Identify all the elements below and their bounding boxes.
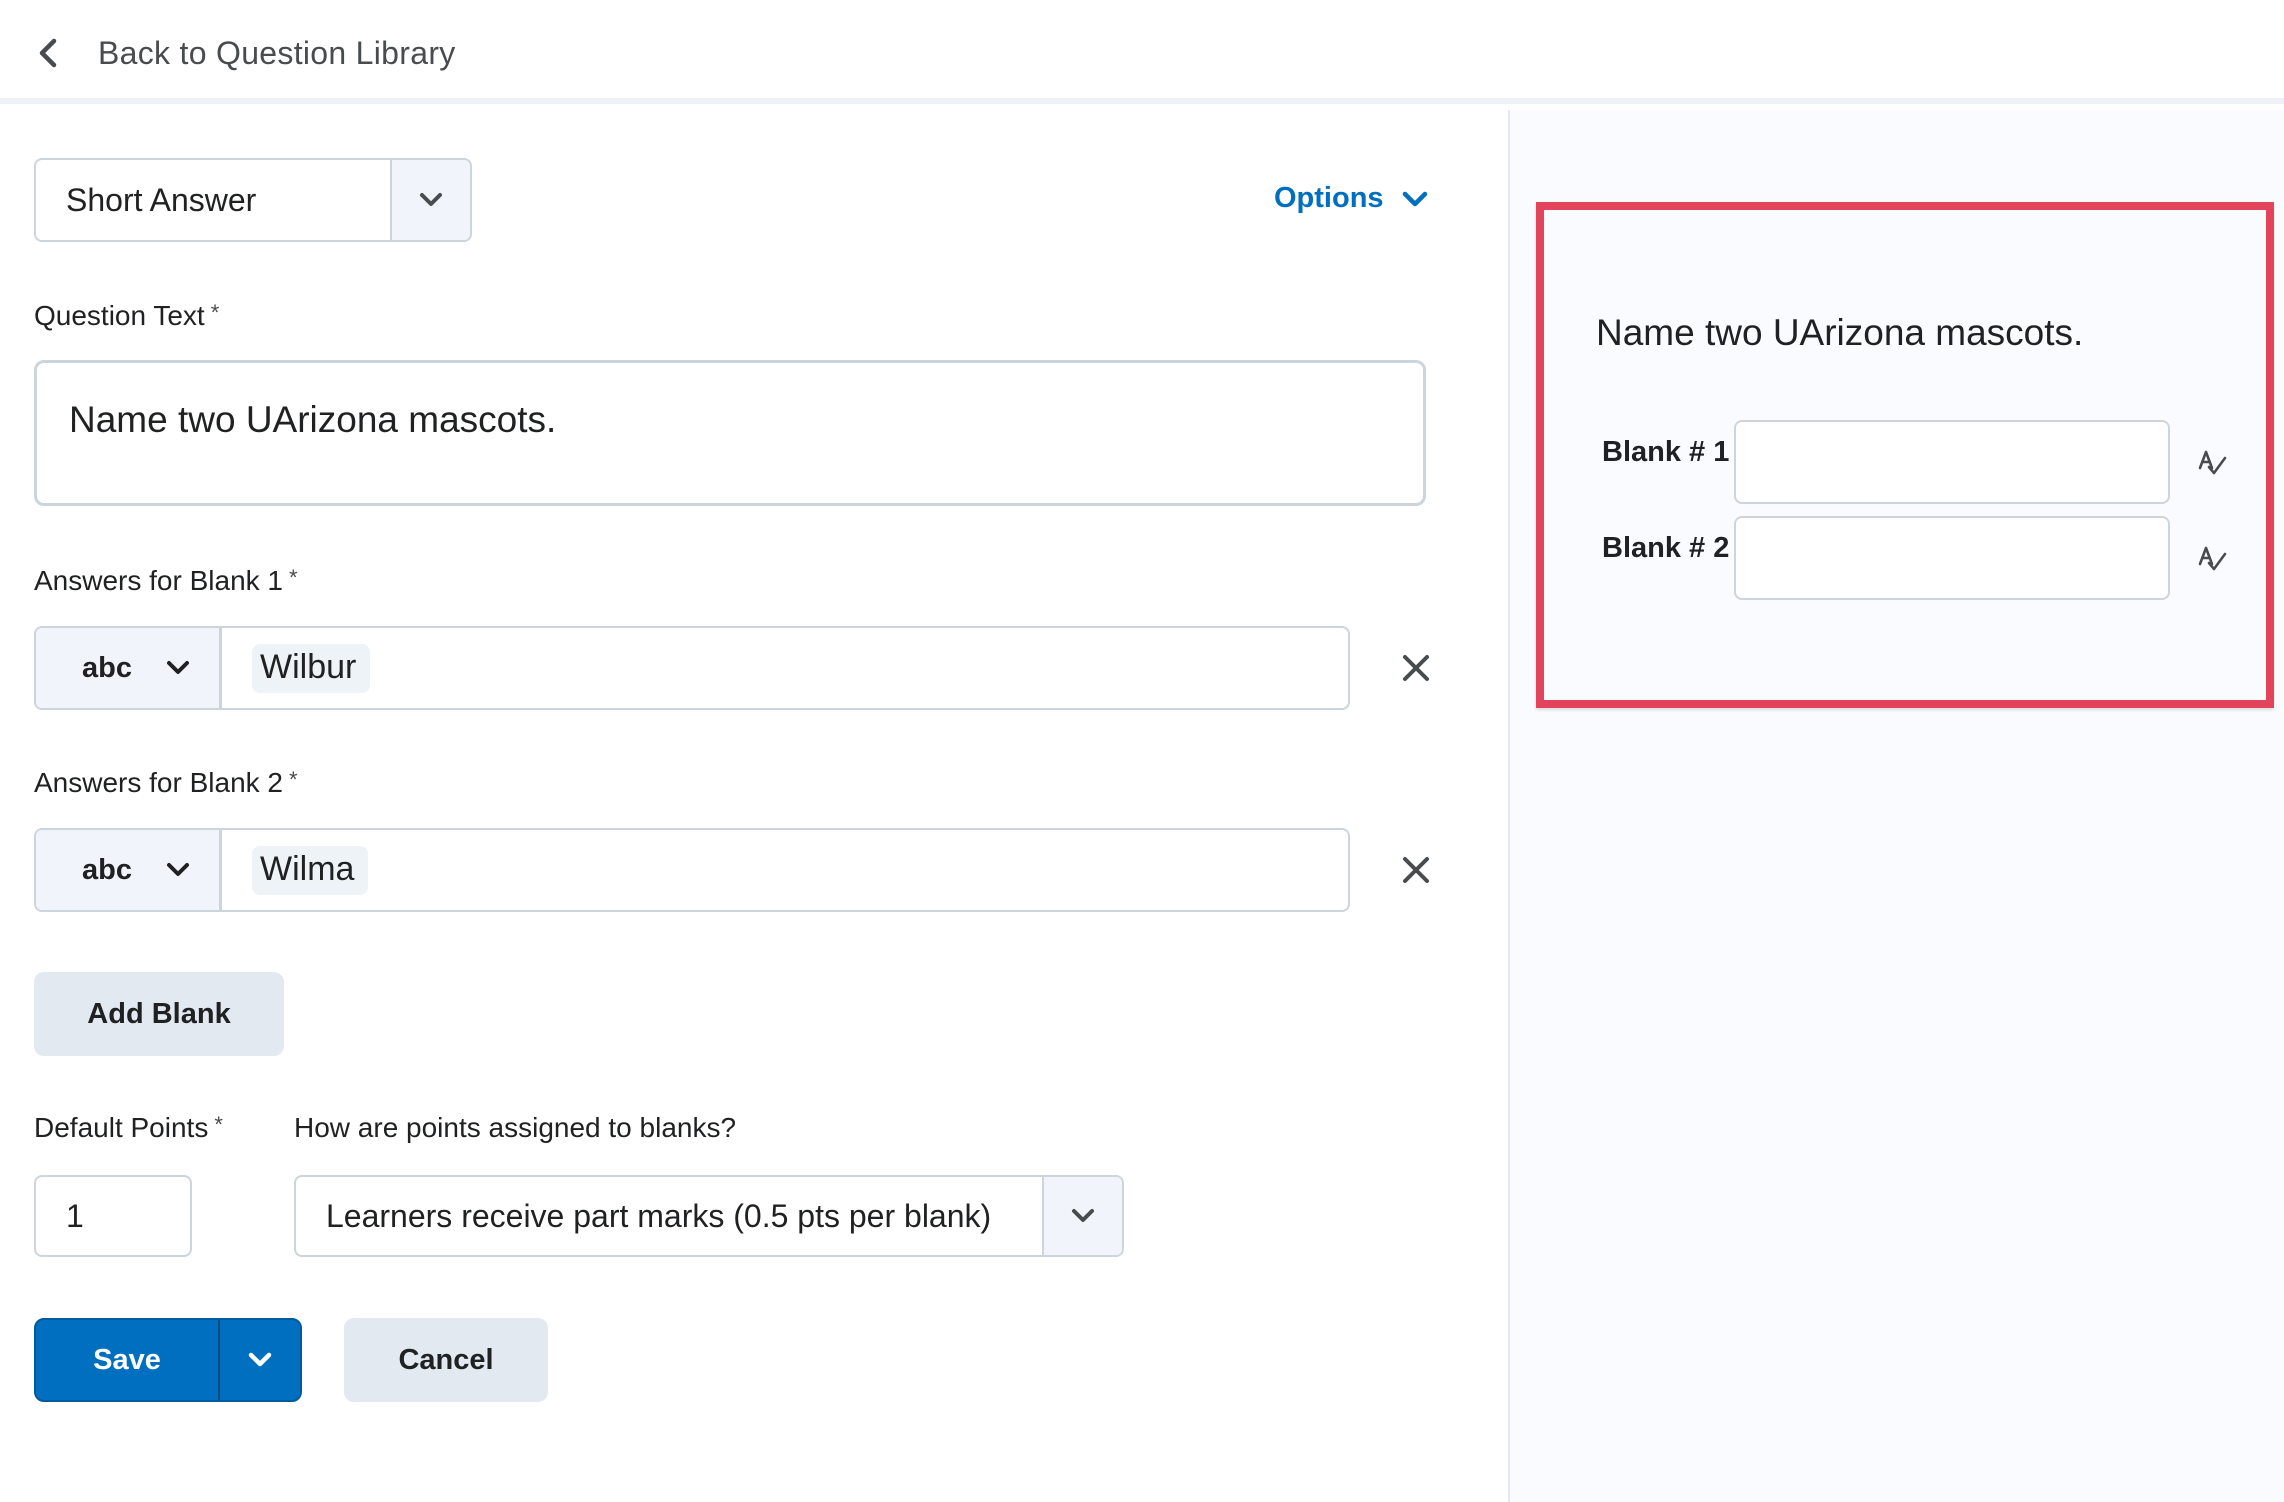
required-mark: * bbox=[289, 767, 298, 792]
blank-2-answers-label: Answers for Blank 2 * bbox=[34, 767, 298, 798]
answer-type-value: abc bbox=[82, 853, 132, 886]
question-type-value: Short Answer bbox=[66, 181, 257, 218]
question-text-label: Question Text * bbox=[34, 300, 220, 331]
chevron-left-icon bbox=[39, 38, 57, 68]
blank-1-answer-input[interactable]: Wilbur bbox=[222, 628, 1348, 708]
chevron-down-icon bbox=[167, 661, 189, 674]
question-preview: Name two UArizona mascots. Blank # 1 Bla… bbox=[1536, 202, 2274, 708]
required-mark: * bbox=[289, 565, 298, 590]
cancel-button[interactable]: Cancel bbox=[344, 1318, 548, 1402]
chevron-down-icon bbox=[420, 193, 442, 206]
scoring-method-select[interactable]: Learners receive part marks (0.5 pts per… bbox=[294, 1175, 1124, 1257]
scoring-method-value: Learners receive part marks (0.5 pts per… bbox=[326, 1197, 992, 1234]
required-mark: * bbox=[210, 300, 220, 325]
blank-2-answer-input[interactable]: Wilma bbox=[222, 830, 1348, 910]
options-label: Options bbox=[1274, 182, 1384, 214]
blank-1-answer-type-select[interactable]: abc bbox=[36, 628, 222, 708]
question-type-select[interactable]: Short Answer bbox=[34, 158, 472, 242]
save-split-button: Save bbox=[34, 1318, 302, 1402]
blank-2-answer-type-select[interactable]: abc bbox=[36, 830, 222, 910]
default-points-value: 1 bbox=[66, 1197, 84, 1234]
chevron-down-icon bbox=[1402, 191, 1427, 206]
blank-1-answers-label: Answers for Blank 1 * bbox=[34, 565, 298, 596]
question-type-caret[interactable] bbox=[390, 160, 470, 240]
spellcheck-icon[interactable] bbox=[2196, 542, 2228, 574]
preview-blank-2-input[interactable] bbox=[1734, 516, 2170, 600]
save-options-button[interactable] bbox=[220, 1320, 300, 1400]
required-mark: * bbox=[214, 1112, 223, 1137]
preview-blank-2-label: Blank # 2 bbox=[1602, 532, 1730, 564]
close-icon[interactable] bbox=[1396, 850, 1436, 890]
question-text-editor[interactable]: Name two UArizona mascots. bbox=[34, 360, 1426, 506]
back-link-label: Back to Question Library bbox=[98, 34, 456, 71]
options-toggle[interactable]: Options bbox=[1274, 182, 1430, 215]
chevron-down-icon bbox=[167, 863, 189, 876]
answer-type-value: abc bbox=[82, 651, 132, 684]
answer-chip[interactable]: Wilbur bbox=[252, 643, 371, 693]
blank-2-answer-row: abc Wilma bbox=[34, 828, 1350, 912]
blank-1-answer-row: abc Wilbur bbox=[34, 626, 1350, 710]
question-text-value: Name two UArizona mascots. bbox=[69, 399, 557, 440]
default-points-input[interactable]: 1 bbox=[34, 1175, 192, 1257]
top-bar: Back to Question Library bbox=[0, 0, 2284, 104]
answer-chip[interactable]: Wilma bbox=[252, 845, 369, 895]
default-points-label: Default Points * bbox=[34, 1112, 223, 1143]
question-editor bbox=[0, 110, 1508, 1502]
spellcheck-icon[interactable] bbox=[2196, 446, 2228, 478]
preview-blank-1-label: Blank # 1 bbox=[1602, 436, 1730, 468]
scoring-method-caret[interactable] bbox=[1042, 1177, 1122, 1255]
chevron-down-icon bbox=[248, 1352, 272, 1367]
back-to-library-link[interactable]: Back to Question Library bbox=[34, 28, 456, 78]
chevron-down-icon bbox=[1072, 1209, 1094, 1222]
scoring-method-label: How are points assigned to blanks? bbox=[294, 1112, 737, 1143]
save-button[interactable]: Save bbox=[36, 1320, 218, 1400]
add-blank-button[interactable]: Add Blank bbox=[34, 972, 284, 1056]
close-icon[interactable] bbox=[1396, 648, 1436, 688]
preview-question-text: Name two UArizona mascots. bbox=[1596, 312, 2084, 353]
preview-blank-1-input[interactable] bbox=[1734, 420, 2170, 504]
